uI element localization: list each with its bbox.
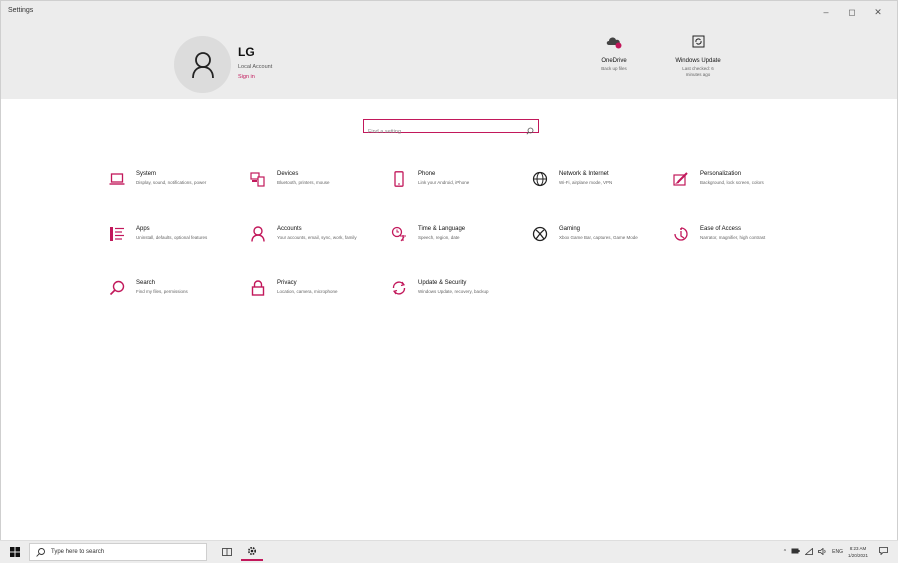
sign-in-link[interactable]: Sign in [238,74,255,80]
phone-icon [391,171,407,187]
chevron-up-icon[interactable]: ^ [784,549,786,555]
category-description: Your accounts, email, sync, work, family [277,235,357,240]
category-ease-of-access[interactable]: Ease of Access Narrator, magnifier, high… [673,226,803,262]
category-system[interactable]: System Display, sound, notifications, po… [109,171,239,207]
category-description: Windows Update, recovery, backup [418,289,489,294]
taskbar-search-box[interactable]: Type here to search [29,543,207,561]
gear-icon [247,546,257,556]
settings-window: Settings – ◻ ✕ LG Local Account Sign in [0,0,898,562]
category-devices[interactable]: Devices Bluetooth, printers, mouse [250,171,380,207]
category-name: Gaming [559,226,581,232]
onedrive-title: OneDrive [601,58,627,64]
onedrive-tile[interactable]: OneDrive Back up files [584,35,644,72]
search-icon [109,280,125,296]
search-icon [36,547,45,557]
category-description: Bluetooth, printers, mouse [277,180,330,185]
category-description: Speech, region, date [418,235,460,240]
category-name: Time & Language [418,226,466,232]
time-language-icon [391,226,407,242]
category-name: Accounts [277,226,302,232]
category-description: Wi-Fi, airplane mode, VPN [559,180,613,185]
windows-update-subtitle: Last checked: 6 minutes ago [682,66,714,77]
onedrive-icon [606,37,622,49]
sync-icon [692,35,704,48]
category-time-language[interactable]: Time & Language Speech, region, date [391,226,521,262]
clock[interactable]: 8:23 AM 1/20/2021 [848,545,868,559]
battery-icon[interactable] [791,548,800,556]
person-avatar-icon [191,51,214,78]
category-update-security[interactable]: Update & Security Windows Update, recove… [391,280,521,316]
category-description: Display, sound, notifications, power [136,180,207,185]
update-icon [391,280,407,296]
person-icon [250,226,266,242]
category-name: Network & Internet [559,171,609,177]
globe-icon [532,171,548,187]
category-name: Update & Security [418,280,467,286]
task-view-icon [222,548,232,556]
minimize-button[interactable]: – [813,3,839,21]
lock-icon [250,280,266,296]
apps-list-icon [109,226,125,242]
category-search[interactable]: Search Find my files, permissions [109,280,239,316]
maximize-button[interactable]: ◻ [839,3,865,21]
category-name: System [136,171,157,177]
clock-date: 1/20/2021 [847,553,868,558]
language-indicator[interactable]: ENG [832,549,843,555]
taskbar-search-text: Type here to search [51,549,105,555]
xbox-icon [532,226,548,242]
category-description: Link your Android, iPhone [418,180,470,185]
title-bar: Settings – ◻ ✕ [1,1,897,23]
category-apps[interactable]: Apps Uninstall, defaults, optional featu… [109,226,239,262]
clock-time: 8:23 AM [849,546,867,551]
find-setting-search[interactable] [363,119,539,138]
category-name: Phone [418,171,436,177]
start-button[interactable] [9,546,21,558]
paint-icon [673,171,689,187]
windows-logo-icon [10,547,20,557]
category-description: Find my files, permissions [136,289,188,294]
category-name: Ease of Access [700,226,742,232]
category-description: Narrator, magnifier, high contrast [700,235,766,240]
onedrive-subtitle: Back up files [601,66,627,71]
laptop-icon [109,171,125,187]
category-name: Devices [277,171,299,177]
category-description: Xbox Game Bar, captures, Game Mode [559,235,638,240]
search-input[interactable] [364,126,518,138]
category-description: Background, lock screen, colors [700,180,764,185]
category-privacy[interactable]: Privacy Location, camera, microphone [250,280,380,316]
category-name: Search [136,280,156,286]
volume-icon[interactable] [818,547,827,557]
account-header: Settings – ◻ ✕ LG Local Account Sign in [1,1,897,99]
taskbar: Type here to search ^ ENG 8:23 AM 1/20/2… [0,540,898,563]
search-icon [526,122,534,140]
close-button[interactable]: ✕ [865,3,891,21]
category-description: Uninstall, defaults, optional features [136,235,208,240]
window-controls: – ◻ ✕ [813,3,891,21]
ease-of-access-icon [673,226,689,242]
windows-update-tile[interactable]: Windows Update Last checked: 6 minutes a… [675,35,721,78]
window-title: Settings [8,7,34,14]
category-network[interactable]: Network & Internet Wi-Fi, airplane mode,… [532,171,662,207]
category-name: Privacy [277,280,297,286]
category-name: Apps [136,226,150,232]
account-name: LG [238,45,255,59]
system-tray: ^ ENG 8:23 AM 1/20/2021 [784,541,888,563]
category-phone[interactable]: Phone Link your Android, iPhone [391,171,521,207]
category-personalization[interactable]: Personalization Background, lock screen,… [673,171,803,207]
category-gaming[interactable]: Gaming Xbox Game Bar, captures, Game Mod… [532,226,662,262]
account-type: Local Account [238,64,273,70]
network-icon[interactable] [804,547,814,557]
devices-icon [250,171,266,187]
notification-icon[interactable] [879,547,888,557]
task-view-button[interactable] [216,543,238,561]
category-accounts[interactable]: Accounts Your accounts, email, sync, wor… [250,226,380,262]
avatar[interactable] [174,36,231,93]
taskbar-settings-app[interactable] [241,543,263,561]
windows-update-title: Windows Update [675,58,721,64]
category-name: Personalization [700,171,742,177]
category-description: Location, camera, microphone [277,289,338,294]
